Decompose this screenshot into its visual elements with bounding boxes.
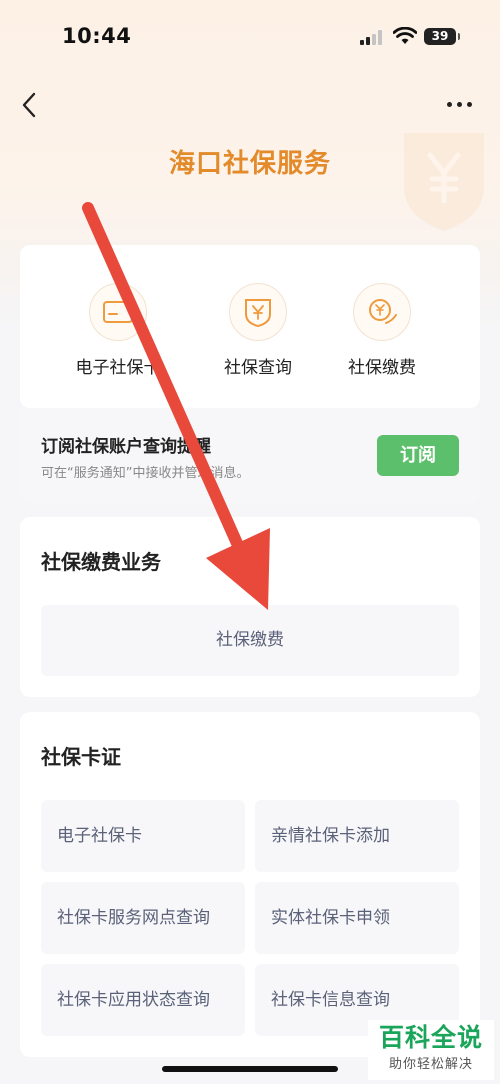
grid-item-family-card-add[interactable]: 亲情社保卡添加 <box>255 800 459 872</box>
status-bar: 10:44 39 <box>0 0 500 70</box>
grid-item-physical-card-apply[interactable]: 实体社保卡申领 <box>255 882 459 954</box>
section-title: 社保卡证 <box>41 745 121 769</box>
service-label: 社保缴费 <box>348 358 416 378</box>
grid-item-card-status-query[interactable]: 社保卡应用状态查询 <box>41 964 245 1036</box>
status-time: 10:44 <box>62 24 132 48</box>
yuan-shield-watermark-icon <box>404 133 484 231</box>
grid-item-electronic-card[interactable]: 电子社保卡 <box>41 800 245 872</box>
home-indicator <box>162 1066 338 1072</box>
service-label: 社保查询 <box>224 358 292 378</box>
social-security-payment-item[interactable]: 社保缴费 <box>41 605 459 676</box>
back-button[interactable] <box>14 88 44 122</box>
grid-item-service-outlet-query[interactable]: 社保卡服务网点查询 <box>41 882 245 954</box>
page-title: 海口社保服务 <box>168 149 331 179</box>
wifi-icon <box>393 27 417 44</box>
more-options-button[interactable] <box>440 92 478 116</box>
service-electronic-card[interactable]: 电子社保卡 <box>58 283 178 378</box>
chevron-left-icon <box>22 92 36 118</box>
subscribe-reminder-card: 订阅社保账户查询提醒 可在“服务通知”中接收并管理消息。 订阅 <box>20 408 480 503</box>
brand-name: 百科全说 <box>378 1023 483 1052</box>
brand-watermark: 百科全说 助你轻松解决 <box>368 1020 494 1080</box>
cellular-signal-icon <box>360 29 384 45</box>
social-security-card-section: 社保卡证 电子社保卡 亲情社保卡添加 社保卡服务网点查询 实体社保卡申领 社保卡… <box>20 712 480 1057</box>
brand-subtitle: 助你轻松解决 <box>388 1057 473 1072</box>
section-title: 社保缴费业务 <box>41 550 161 574</box>
subscribe-description: 可在“服务通知”中接收并管理消息。 <box>41 466 250 481</box>
card-icon <box>89 283 147 341</box>
yuan-shield-icon <box>229 283 287 341</box>
subscribe-button[interactable]: 订阅 <box>377 435 459 476</box>
payment-section-card: 社保缴费业务 社保缴费 <box>20 517 480 697</box>
yuan-hand-icon <box>353 283 411 341</box>
service-social-security-query[interactable]: 社保查询 <box>198 283 318 378</box>
battery-icon: 39 <box>424 28 460 45</box>
service-social-security-payment[interactable]: 社保缴费 <box>322 283 442 378</box>
service-label: 电子社保卡 <box>75 358 161 378</box>
subscribe-title: 订阅社保账户查询提醒 <box>41 437 211 457</box>
service-shortcuts-card: 电子社保卡 社保查询 社保缴费 <box>20 245 480 408</box>
